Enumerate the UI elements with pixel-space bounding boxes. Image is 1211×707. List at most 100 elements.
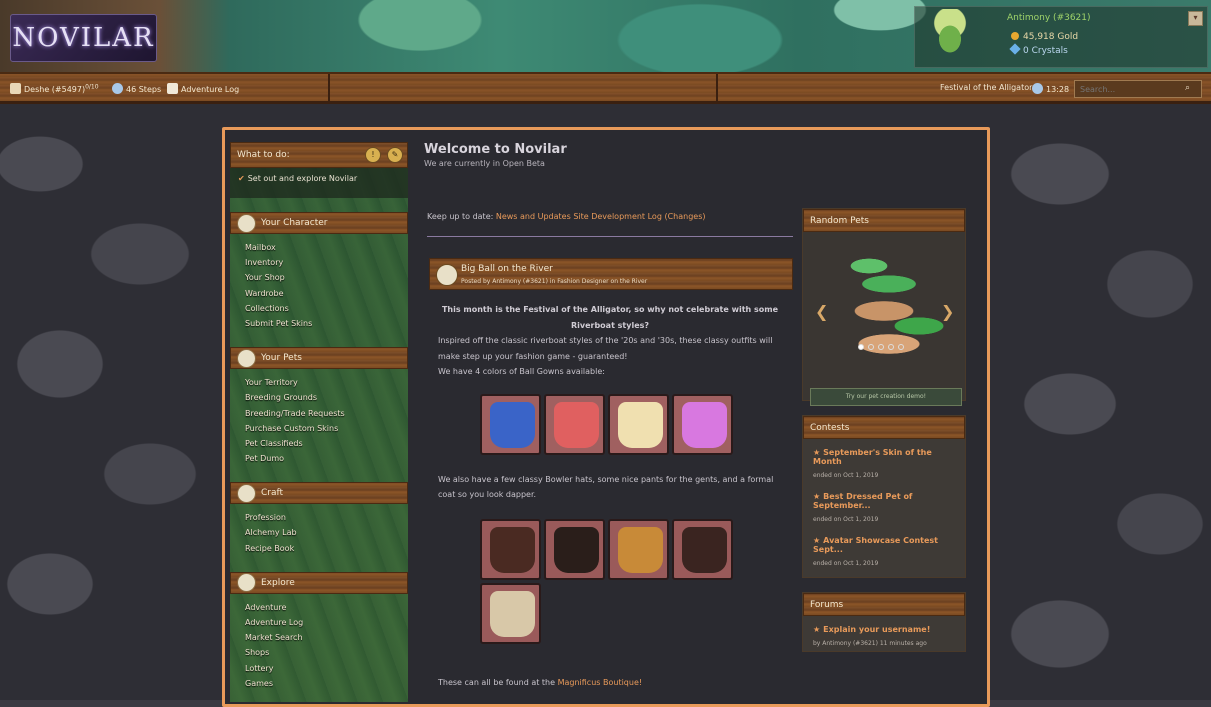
news-header: Big Ball on the River Posted by Antimony… [429, 258, 793, 290]
nav-steps[interactable]: 46 Steps [112, 83, 161, 94]
menu-item-alchemy-lab[interactable]: Alchemy Lab [245, 525, 408, 540]
menu-item-shops[interactable]: Shops [245, 645, 408, 660]
page-title: Welcome to Novilar [424, 142, 567, 157]
divider [427, 236, 793, 237]
apparel-item[interactable] [544, 519, 605, 580]
search-icon[interactable]: ⌕ [1185, 83, 1190, 93]
search-input[interactable] [1074, 80, 1202, 98]
settings-icon[interactable]: ✎ [387, 147, 403, 163]
apparel-item-image [682, 527, 727, 573]
menu-list: Your Territory Breeding Grounds Breeding… [230, 369, 408, 472]
user-name[interactable]: Antimony (#3621) [1007, 13, 1091, 23]
news-title[interactable]: Big Ball on the River [461, 264, 553, 274]
news-updates-link[interactable]: News and Updates [496, 212, 571, 221]
apparel-item-image [490, 527, 535, 573]
clock-icon [1032, 83, 1043, 94]
avatar[interactable] [921, 9, 979, 65]
menu-list: Profession Alchemy Lab Recipe Book [230, 504, 408, 562]
menu-item-mailbox[interactable]: Mailbox [245, 240, 408, 255]
contest-entry[interactable]: ★ Best Dressed Pet of September... ended … [803, 483, 965, 527]
news-text: Inspired off the classic riverboat style… [438, 336, 773, 361]
prev-arrow-icon[interactable]: ❮ [815, 302, 828, 321]
todo-item[interactable]: ✔ Set out and explore Novilar [230, 168, 408, 198]
map-icon [237, 573, 256, 593]
apparel-item[interactable] [480, 583, 541, 644]
star-icon: ★ [813, 492, 821, 501]
right-sidebar: Random Pets ❮ ❯ Try our pet creation dem… [802, 208, 966, 666]
menu-item-pet-classifieds[interactable]: Pet Classifieds [245, 436, 408, 451]
anvil-icon [237, 483, 256, 503]
site-logo[interactable]: NOVILAR [10, 14, 157, 62]
star-icon: ★ [813, 448, 821, 457]
boutique-link[interactable]: Magnificus Boutique! [558, 678, 642, 687]
section-header: Craft [230, 482, 408, 505]
apparel-item[interactable] [480, 519, 541, 580]
try-demo-button[interactable]: Try our pet creation demo! [810, 388, 962, 406]
gown-item[interactable] [480, 394, 541, 455]
contest-entry[interactable]: ★ September's Skin of the Month ended on … [803, 439, 965, 483]
apparel-item[interactable] [672, 519, 733, 580]
carousel-dot[interactable] [868, 344, 874, 350]
gold-coin-icon [1011, 32, 1019, 40]
news-text: We have 4 colors of Ball Gowns available… [438, 367, 605, 376]
menu-item-profession[interactable]: Profession [245, 510, 408, 525]
section-your-pets: Your Pets Your Territory Breeding Ground… [230, 347, 408, 472]
random-pets-header: Random Pets [803, 209, 965, 232]
star-icon: ★ [813, 625, 821, 634]
menu-item-market-search[interactable]: Market Search [245, 630, 408, 645]
forum-entry[interactable]: ★ Explain your username! by Antimony (#36… [803, 616, 965, 651]
next-arrow-icon[interactable]: ❯ [941, 302, 954, 321]
apparel-item-image [554, 527, 599, 573]
nav-adventure-log[interactable]: Adventure Log [167, 83, 239, 94]
menu-item-breeding-grounds[interactable]: Breeding Grounds [245, 390, 408, 405]
menu-list: Mailbox Inventory Your Shop Wardrobe Col… [230, 234, 408, 337]
menu-item-your-shop[interactable]: Your Shop [245, 270, 408, 285]
header-banner: NOVILAR Antimony (#3621) 45,918 Gold 0 C… [0, 0, 1211, 72]
carousel-dot[interactable] [878, 344, 884, 350]
menu-item-wardrobe[interactable]: Wardrobe [245, 286, 408, 301]
menu-item-adventure[interactable]: Adventure [245, 600, 408, 615]
pet-image[interactable] [829, 256, 944, 356]
contest-entry[interactable]: ★ Avatar Showcase Contest Sept... ended o… [803, 527, 965, 571]
menu-list: Adventure Adventure Log Market Search Sh… [230, 594, 408, 697]
apparel-item[interactable] [608, 519, 669, 580]
news-text: We also have a few classy Bowler hats, s… [438, 475, 774, 499]
menu-item-inventory[interactable]: Inventory [245, 255, 408, 270]
star-icon: ★ [813, 536, 821, 545]
menu-item-recipe-book[interactable]: Recipe Book [245, 541, 408, 556]
carousel-dots [858, 344, 904, 350]
menu-item-lottery[interactable]: Lottery [245, 661, 408, 676]
carousel-dot[interactable] [898, 344, 904, 350]
info-icon[interactable]: ! [365, 147, 381, 163]
todo-header: What to do: ! ✎ [230, 142, 408, 168]
nav-festival[interactable]: Festival of the Alligator [940, 83, 1032, 92]
menu-item-collections[interactable]: Collections [245, 301, 408, 316]
gown-item-image [682, 402, 727, 448]
top-nav: Deshe (#5497)0/10 46 Steps Adventure Log… [0, 72, 1211, 104]
menu-item-games[interactable]: Games [245, 676, 408, 691]
menu-item-your-territory[interactable]: Your Territory [245, 375, 408, 390]
gown-item[interactable] [544, 394, 605, 455]
collapse-icon[interactable]: ▾ [1188, 11, 1203, 26]
steps-icon [112, 83, 123, 94]
gown-item-image [618, 402, 663, 448]
carousel-dot[interactable] [888, 344, 894, 350]
page-subtitle: We are currently in Open Beta [424, 159, 545, 168]
menu-item-pet-dumo[interactable]: Pet Dumo [245, 451, 408, 466]
gown-item[interactable] [672, 394, 733, 455]
pet-carousel: ❮ ❯ Try our pet creation demo! [803, 232, 965, 406]
menu-item-submit-pet-skins[interactable]: Submit Pet Skins [245, 316, 408, 331]
main-content: Welcome to Novilar We are currently in O… [424, 142, 794, 687]
nav-user[interactable]: Deshe (#5497)0/10 [10, 83, 99, 94]
random-pets-box: Random Pets ❮ ❯ Try our pet creation dem… [802, 208, 966, 406]
contests-box: Contests ★ September's Skin of the Month … [802, 415, 966, 578]
menu-item-purchase-custom-skins[interactable]: Purchase Custom Skins [245, 421, 408, 436]
menu-item-breeding-trade-requests[interactable]: Breeding/Trade Requests [245, 406, 408, 421]
dev-log-link[interactable]: Site Development Log (Changes) [573, 212, 705, 221]
keep-up-links: Keep up to date: News and Updates Site D… [427, 212, 706, 221]
contests-header: Contests [803, 416, 965, 439]
gown-item[interactable] [608, 394, 669, 455]
news-body: This month is the Festival of the Alliga… [438, 302, 782, 380]
menu-item-adventure-log[interactable]: Adventure Log [245, 615, 408, 630]
carousel-dot[interactable] [858, 344, 864, 350]
